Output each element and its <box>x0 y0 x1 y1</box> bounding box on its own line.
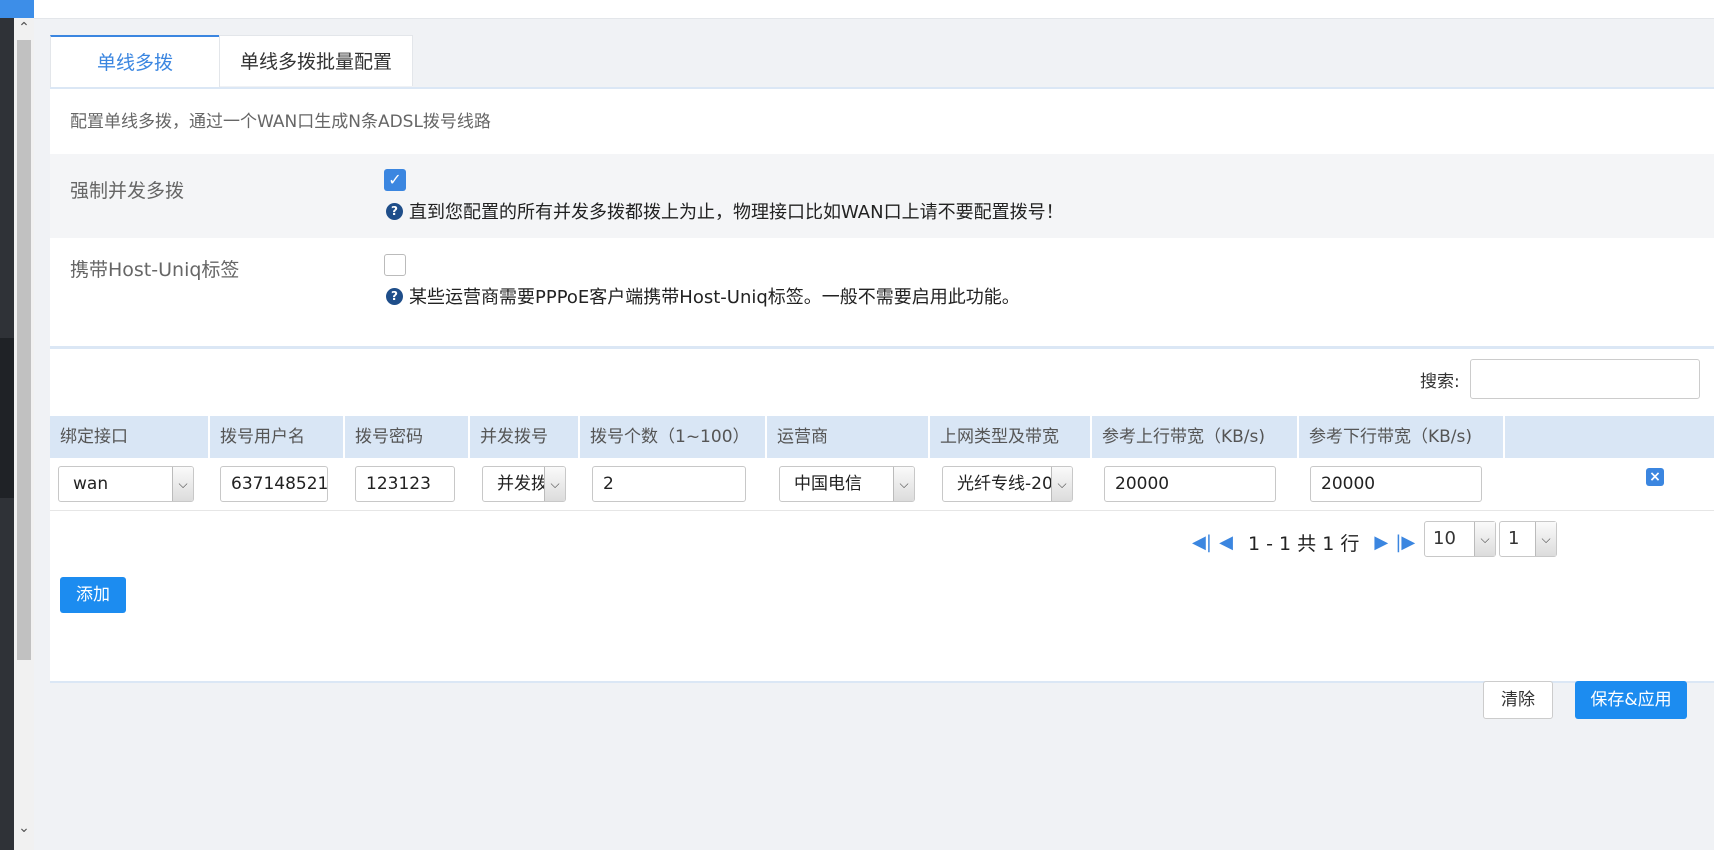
hint-text: 直到您配置的所有并发多拨都拨上为止，物理接口比如WAN口上请不要配置拨号！ <box>409 202 1064 223</box>
option-hint: ? 某些运营商需要PPPoE客户端携带Host-Uniq标签。一般不需要启用此功… <box>386 283 1020 309</box>
table-header: 绑定接口 拨号用户名 拨号密码 并发拨号 拨号个数（1~100） 运营商 上网类… <box>50 416 1714 458</box>
page-value: 1 <box>1508 528 1520 549</box>
left-sidebar <box>0 18 14 850</box>
app-logo-strip <box>0 0 34 18</box>
scroll-thumb[interactable] <box>17 40 31 660</box>
isp-value: 中国电信 <box>794 474 862 494</box>
scroll-up-icon[interactable]: ⌃ <box>14 18 34 38</box>
chevron-down-icon: ⌵ <box>1535 522 1556 556</box>
option-host-uniq: 携带Host-Uniq标签 ? 某些运营商需要PPPoE客户端携带Host-Un… <box>50 240 1714 330</box>
col-count[interactable]: 拨号个数（1~100） <box>580 416 767 458</box>
check-icon: ✓ <box>388 170 402 189</box>
clear-button[interactable]: 清除 <box>1483 681 1553 719</box>
col-password[interactable]: 拨号密码 <box>345 416 470 458</box>
config-card: 单线多拨 单线多拨批量配置 配置单线多拨，通过一个WAN口生成N条ADSL拨号线… <box>50 35 1714 735</box>
last-page-icon[interactable]: |▶ <box>1393 532 1417 553</box>
password-input[interactable]: 123123 <box>355 466 455 502</box>
option-hint: ? 直到您配置的所有并发多拨都拨上为止，物理接口比如WAN口上请不要配置拨号！ <box>386 198 1064 224</box>
vertical-scrollbar[interactable]: ⌃ ⌄ <box>14 18 34 850</box>
config-panel: 配置单线多拨，通过一个WAN口生成N条ADSL拨号线路 强制并发多拨 ✓ ? 直… <box>50 87 1714 683</box>
interface-select[interactable]: wan ⌵ <box>58 466 194 502</box>
col-isp[interactable]: 运营商 <box>767 416 930 458</box>
down-bandwidth-input[interactable]: 20000 <box>1310 466 1482 502</box>
divider <box>50 346 1714 349</box>
page-select[interactable]: 1 ⌵ <box>1499 521 1557 557</box>
search-input[interactable] <box>1470 359 1700 399</box>
top-strip <box>0 0 1714 19</box>
col-interface[interactable]: 绑定接口 <box>50 416 210 458</box>
count-input[interactable]: 2 <box>592 466 746 502</box>
next-page-icon[interactable]: ▶ <box>1369 532 1393 553</box>
chevron-down-icon: ⌵ <box>544 467 565 501</box>
username-input[interactable]: 63714852120 <box>220 466 328 502</box>
interface-value: wan <box>73 474 109 494</box>
option-label: 强制并发多拨 <box>70 180 185 202</box>
isp-select[interactable]: 中国电信 ⌵ <box>779 466 915 502</box>
delete-row-button[interactable]: × <box>1646 468 1664 486</box>
col-down-bw[interactable]: 参考下行带宽（KB/s) <box>1299 416 1505 458</box>
hint-text: 某些运营商需要PPPoE客户端携带Host-Uniq标签。一般不需要启用此功能。 <box>409 287 1020 308</box>
option-label: 携带Host-Uniq标签 <box>70 259 240 281</box>
force-concurrent-checkbox[interactable]: ✓ <box>384 169 406 191</box>
tab-single-line-multi-dial[interactable]: 单线多拨 <box>50 35 220 87</box>
panel-description: 配置单线多拨，通过一个WAN口生成N条ADSL拨号线路 <box>70 112 491 132</box>
line-type-value: 光纤专线-20 <box>957 474 1053 494</box>
col-concurrent[interactable]: 并发拨号 <box>470 416 580 458</box>
add-button[interactable]: 添加 <box>60 577 126 613</box>
chevron-down-icon: ⌵ <box>172 467 193 501</box>
col-username[interactable]: 拨号用户名 <box>210 416 345 458</box>
page-size-value: 10 <box>1433 528 1456 549</box>
concurrent-select[interactable]: 并发拨号 ⌵ <box>482 466 566 502</box>
col-actions <box>1505 416 1714 458</box>
pagination: ◀| ◀ 1 - 1 共 1 行 ▶ |▶ <box>1190 529 1417 556</box>
chevron-down-icon: ⌵ <box>1051 467 1072 501</box>
chevron-down-icon: ⌵ <box>893 467 914 501</box>
first-page-icon[interactable]: ◀| <box>1190 532 1214 553</box>
tab-bar: 单线多拨 单线多拨批量配置 <box>50 35 414 87</box>
save-apply-button[interactable]: 保存&应用 <box>1575 681 1687 719</box>
chevron-down-icon: ⌵ <box>1474 522 1495 556</box>
host-uniq-checkbox[interactable] <box>384 254 406 276</box>
search-label: 搜索: <box>1420 372 1460 392</box>
close-icon: × <box>1649 469 1661 485</box>
up-bandwidth-input[interactable]: 20000 <box>1104 466 1276 502</box>
tab-batch-config[interactable]: 单线多拨批量配置 <box>219 35 414 86</box>
question-icon: ? <box>386 287 403 305</box>
option-force-concurrent: 强制并发多拨 ✓ ? 直到您配置的所有并发多拨都拨上为止，物理接口比如WAN口上… <box>50 154 1714 238</box>
question-icon: ? <box>386 202 403 220</box>
col-up-bw[interactable]: 参考上行带宽（KB/s) <box>1092 416 1299 458</box>
col-line-type[interactable]: 上网类型及带宽 <box>930 416 1092 458</box>
table-row: wan ⌵ 63714852120 123123 并发拨号 ⌵ 2 中国电信 ⌵… <box>50 458 1714 511</box>
prev-page-icon[interactable]: ◀ <box>1214 532 1238 553</box>
pagination-info: 1 - 1 共 1 行 <box>1248 533 1360 555</box>
line-type-select[interactable]: 光纤专线-20 ⌵ <box>942 466 1073 502</box>
page-size-select[interactable]: 10 ⌵ <box>1424 521 1496 557</box>
scroll-down-icon[interactable]: ⌄ <box>14 818 34 838</box>
